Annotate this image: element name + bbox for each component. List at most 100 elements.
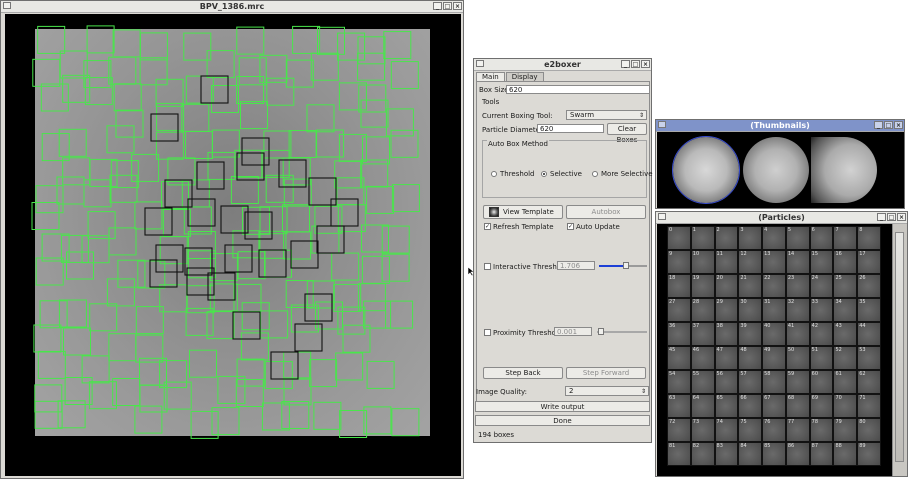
particle-cell[interactable]: 16 — [833, 250, 858, 274]
particle-cell[interactable]: 64 — [690, 394, 715, 418]
proximity-threshold-input[interactable]: 0.001 — [554, 327, 592, 336]
particle-cell[interactable]: 50 — [785, 346, 810, 370]
particle-box[interactable] — [339, 410, 368, 438]
minimize-icon[interactable]: _ — [621, 60, 630, 68]
particle-box[interactable] — [81, 235, 110, 264]
particle-box[interactable] — [35, 257, 64, 286]
particle-box[interactable] — [264, 249, 292, 278]
particle-box[interactable] — [238, 57, 267, 86]
particle-box[interactable] — [233, 283, 262, 312]
particle-cell[interactable]: 1 — [690, 226, 715, 250]
particle-box-selected[interactable] — [236, 152, 265, 181]
particle-box[interactable] — [366, 360, 395, 389]
particle-box[interactable] — [66, 251, 94, 280]
particle-box[interactable] — [381, 225, 410, 254]
particle-box[interactable] — [311, 225, 340, 254]
thumbnail-image[interactable] — [811, 137, 877, 203]
boxing-tool-select[interactable]: Swarm ⇕ — [566, 110, 647, 120]
particle-cell[interactable]: 48 — [738, 346, 763, 370]
particle-cell[interactable]: 45 — [667, 346, 691, 370]
proximity-threshold-slider-handle[interactable] — [598, 328, 604, 335]
particle-box[interactable] — [360, 99, 389, 128]
particle-cell[interactable]: 33 — [809, 298, 834, 322]
particle-cell[interactable]: 39 — [738, 322, 763, 346]
particle-cell[interactable]: 25 — [833, 274, 858, 298]
particle-cell[interactable]: 81 — [667, 442, 691, 466]
particle-cell[interactable]: 46 — [690, 346, 715, 370]
micrograph-canvas[interactable] — [5, 14, 461, 476]
particle-box[interactable] — [361, 255, 390, 284]
interactive-threshold-input[interactable]: 1.706 — [557, 261, 595, 270]
particle-cell[interactable]: 70 — [833, 394, 858, 418]
e2boxer-titlebar[interactable]: e2boxer _ □ × — [474, 59, 651, 71]
proximity-threshold-checkbox[interactable] — [484, 329, 491, 336]
particle-box[interactable] — [385, 300, 414, 329]
particle-box[interactable] — [134, 201, 163, 230]
particle-cell[interactable]: 27 — [667, 298, 691, 322]
particles-canvas[interactable]: 0 1 2 3 4 5 6 7 8 9 10 11 12 13 14 15 16 17 18 19 20 21 22 23 24… — [657, 224, 892, 476]
particles-titlebar[interactable]: (Particles) _ □ × — [656, 212, 907, 224]
particle-box[interactable] — [161, 181, 189, 210]
particle-box[interactable] — [37, 25, 66, 54]
particle-box[interactable] — [335, 352, 364, 381]
particle-box-selected[interactable] — [184, 247, 213, 276]
particle-cell[interactable]: 32 — [785, 298, 810, 322]
particle-cell[interactable]: 55 — [690, 370, 715, 394]
particle-box[interactable] — [137, 260, 166, 289]
particle-cell[interactable]: 18 — [667, 274, 691, 298]
particle-cell[interactable]: 21 — [738, 274, 763, 298]
particle-box[interactable] — [230, 176, 259, 204]
particle-cell[interactable]: 31 — [762, 298, 786, 322]
particle-box[interactable] — [139, 57, 168, 86]
particle-cell[interactable]: 3 — [738, 226, 763, 250]
particle-box[interactable] — [117, 259, 146, 288]
particle-box[interactable] — [40, 83, 69, 112]
particle-cell[interactable]: 44 — [857, 322, 881, 346]
particle-cell[interactable]: 68 — [785, 394, 810, 418]
particle-cell[interactable]: 80 — [857, 418, 881, 442]
close-icon[interactable]: × — [897, 213, 906, 221]
autobox-button[interactable]: Autobox — [566, 205, 646, 219]
particle-box[interactable] — [106, 278, 135, 307]
particle-box[interactable] — [292, 25, 321, 54]
particle-box[interactable] — [39, 300, 68, 329]
particle-box[interactable] — [285, 59, 314, 88]
particle-box-selected[interactable] — [220, 205, 249, 234]
minimize-icon[interactable]: _ — [874, 121, 883, 129]
particle-cell[interactable]: 66 — [738, 394, 763, 418]
minimize-icon[interactable]: _ — [877, 213, 886, 221]
interactive-threshold-checkbox[interactable] — [484, 263, 491, 270]
particle-cell[interactable]: 51 — [809, 346, 834, 370]
particle-box-selected[interactable] — [330, 198, 359, 227]
particle-box[interactable] — [236, 358, 265, 387]
particle-cell[interactable]: 49 — [762, 346, 786, 370]
particle-cell[interactable]: 71 — [857, 394, 881, 418]
particle-cell[interactable]: 28 — [690, 298, 715, 322]
particle-box[interactable] — [134, 405, 163, 434]
particle-box[interactable] — [363, 300, 392, 329]
particle-box[interactable] — [113, 83, 142, 112]
particle-box-selected[interactable] — [207, 272, 236, 301]
particle-box[interactable] — [283, 377, 312, 406]
image-quality-select[interactable]: 2 ⇕ — [565, 386, 649, 396]
particle-box-selected[interactable] — [308, 177, 337, 206]
particle-box[interactable] — [32, 58, 61, 87]
particle-cell[interactable]: 13 — [762, 250, 786, 274]
particle-box[interactable] — [139, 384, 168, 413]
particle-boxes-overlay[interactable] — [5, 14, 461, 476]
particle-box[interactable] — [37, 350, 66, 379]
particle-box-selected[interactable] — [270, 351, 299, 380]
particle-cell[interactable]: 88 — [833, 442, 858, 466]
particle-box[interactable] — [181, 103, 210, 132]
particle-box[interactable] — [283, 351, 312, 380]
particle-cell[interactable]: 82 — [690, 442, 715, 466]
particle-box[interactable] — [236, 26, 265, 55]
particle-cell[interactable]: 78 — [809, 418, 834, 442]
particle-cell[interactable]: 40 — [762, 322, 786, 346]
particle-cell[interactable]: 0 — [667, 226, 691, 250]
particle-box[interactable] — [281, 401, 310, 429]
particle-cell[interactable]: 74 — [714, 418, 739, 442]
particle-cell[interactable]: 83 — [714, 442, 739, 466]
particle-cell[interactable]: 10 — [690, 250, 715, 274]
particle-cell[interactable]: 73 — [690, 418, 715, 442]
